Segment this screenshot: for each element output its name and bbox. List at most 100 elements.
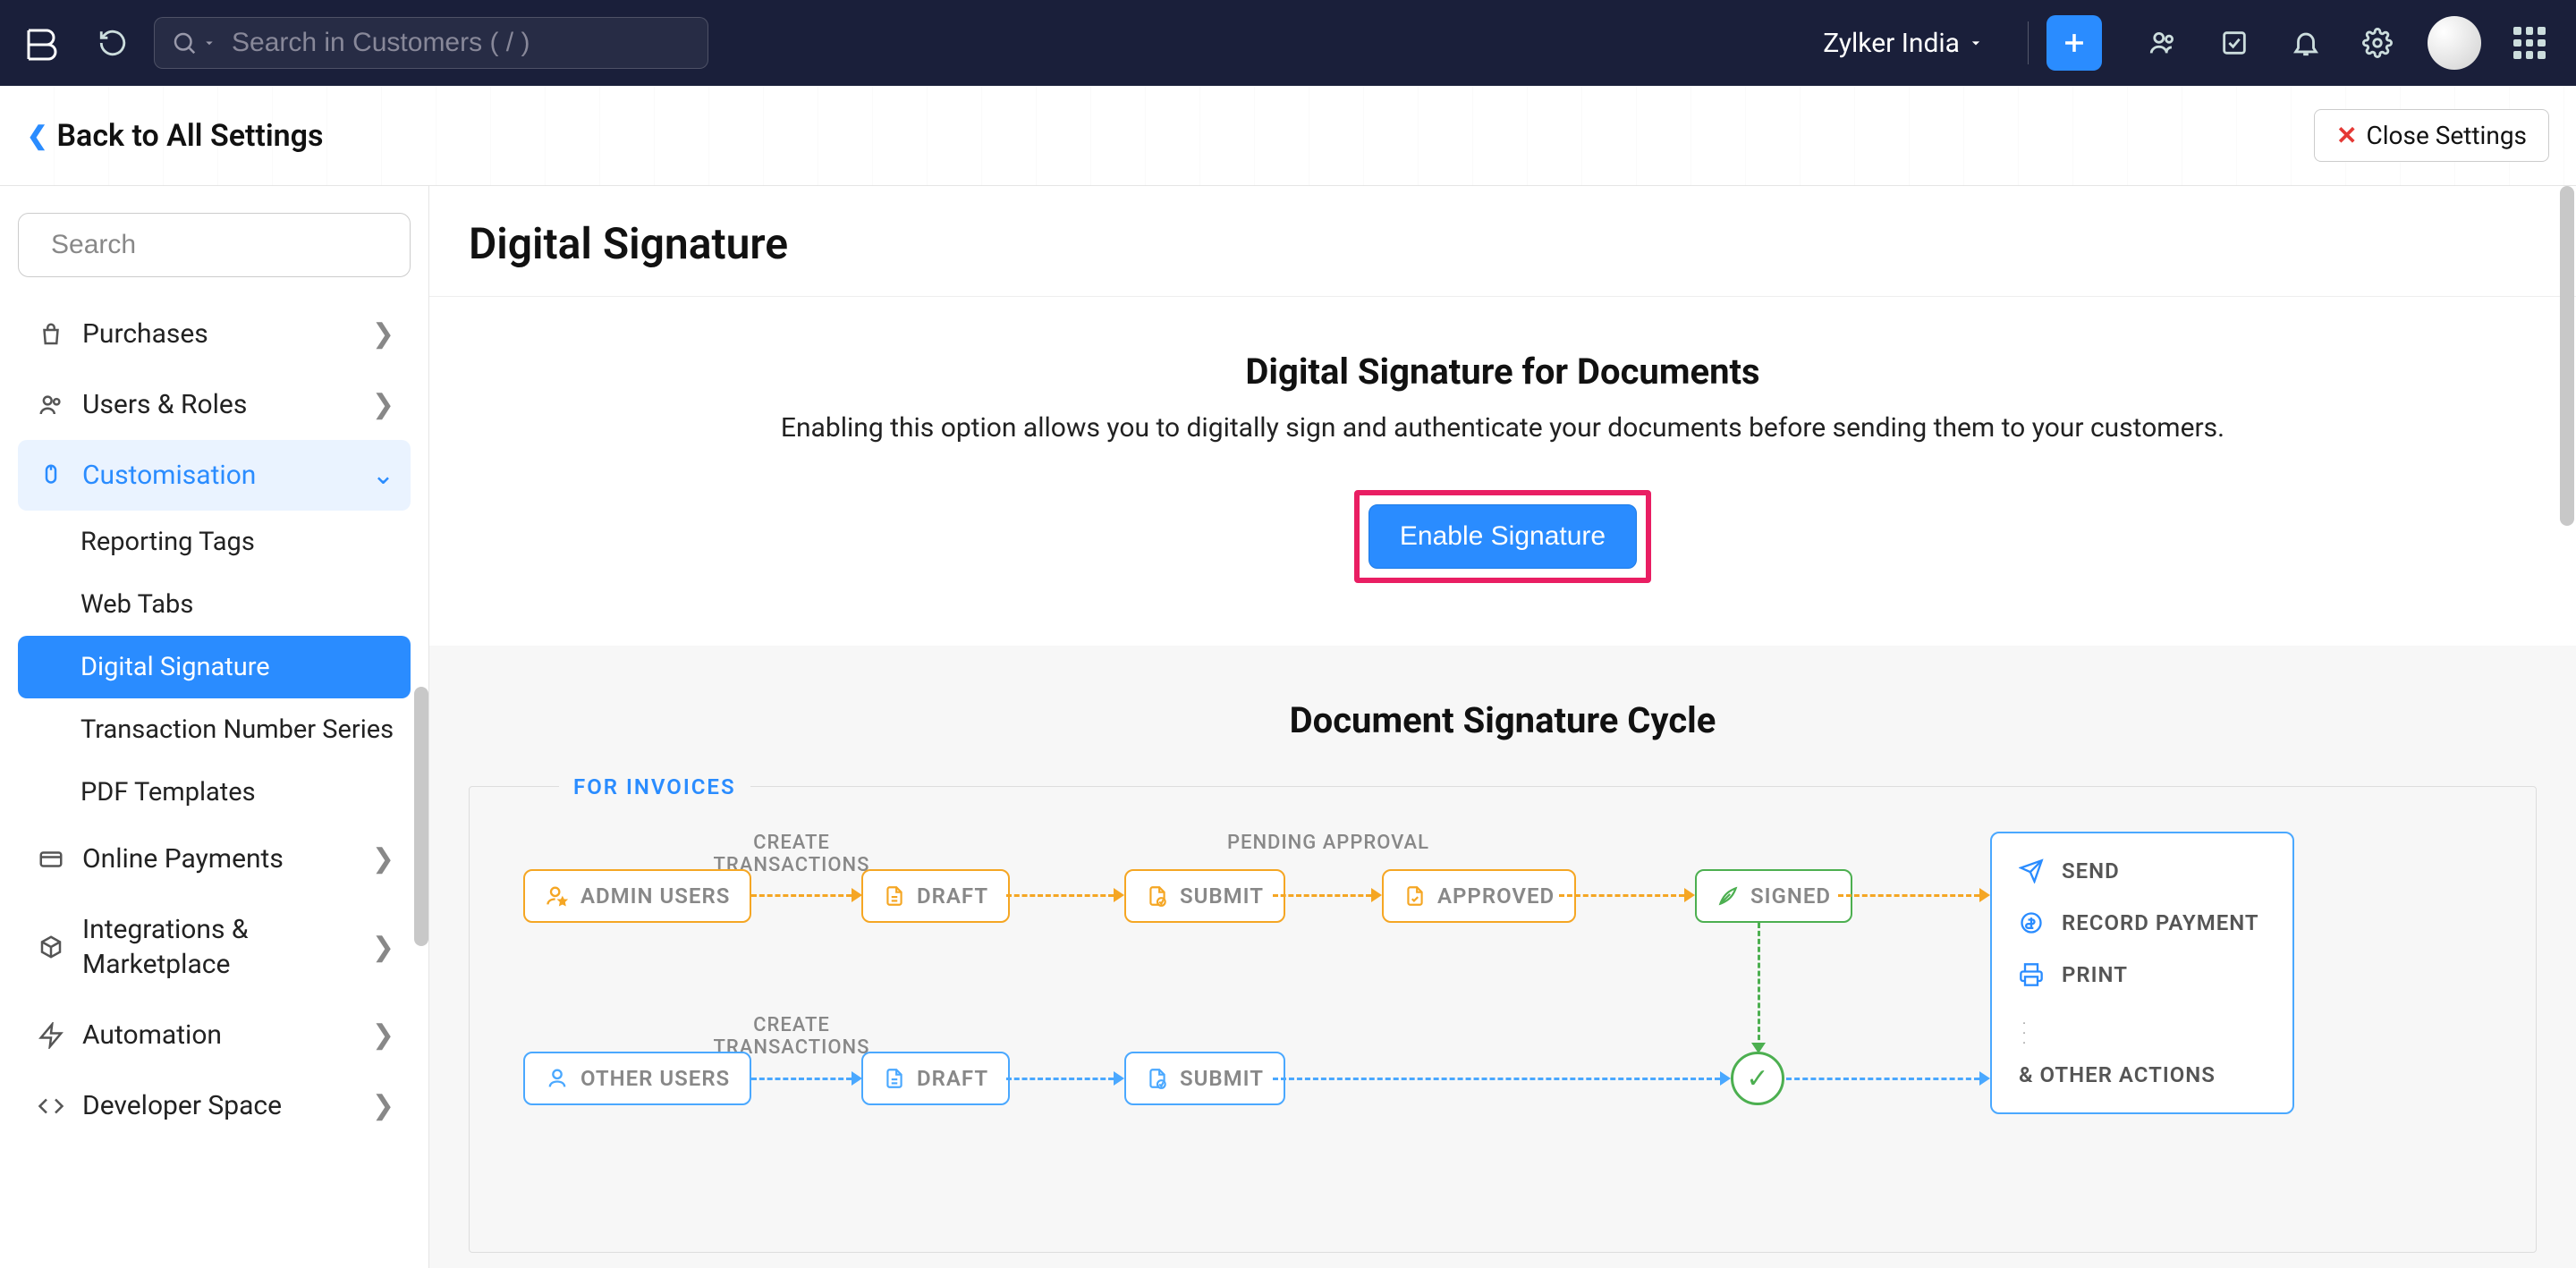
content-scrollbar[interactable] bbox=[2560, 186, 2574, 526]
feather-icon bbox=[1716, 884, 1740, 908]
notifications-icon[interactable] bbox=[2281, 18, 2331, 68]
node-label: DRAFT bbox=[917, 883, 988, 909]
tasks-icon[interactable] bbox=[2209, 18, 2259, 68]
sidebar-item-label: Integrations & Marketplace bbox=[82, 912, 372, 982]
node-label: ADMIN USERS bbox=[580, 883, 730, 909]
chevron-right-icon: ❯ bbox=[372, 389, 394, 420]
node-label: DRAFT bbox=[917, 1066, 988, 1091]
settings-icon[interactable] bbox=[2352, 18, 2402, 68]
cycle-section: Document Signature Cycle FOR INVOICES CR… bbox=[429, 646, 2576, 1268]
cycle-title: Document Signature Cycle bbox=[469, 699, 2537, 741]
hero-description: Enabling this option allows you to digit… bbox=[469, 412, 2537, 444]
highlight-annotation: Enable Signature bbox=[1354, 490, 1651, 583]
people-icon[interactable] bbox=[2138, 18, 2188, 68]
action-label: RECORD PAYMENT bbox=[2062, 910, 2259, 935]
action-label: & OTHER ACTIONS bbox=[2019, 1062, 2216, 1087]
sidebar-item-developer-space[interactable]: Developer Space ❯ bbox=[18, 1070, 411, 1141]
node-label: SUBMIT bbox=[1180, 883, 1264, 909]
code-icon bbox=[34, 1093, 68, 1120]
add-button[interactable] bbox=[2046, 15, 2102, 71]
search-icon bbox=[171, 30, 217, 56]
chevron-right-icon: ❯ bbox=[372, 932, 394, 963]
cube-icon bbox=[34, 934, 68, 960]
node-other-users: OTHER USERS bbox=[523, 1052, 751, 1105]
sidebar-item-users-roles[interactable]: Users & Roles ❯ bbox=[18, 369, 411, 440]
bolt-icon bbox=[34, 1022, 68, 1049]
app-logo[interactable] bbox=[21, 23, 61, 63]
main-content: Purchases ❯ Users & Roles ❯ Customisatio… bbox=[0, 186, 2576, 1268]
chevron-right-icon: ❯ bbox=[372, 318, 394, 350]
invoice-cycle-box: FOR INVOICES CREATE TRANSACTIONS PENDING… bbox=[469, 786, 2537, 1253]
avatar[interactable] bbox=[2428, 16, 2481, 70]
chevron-down-icon bbox=[1967, 34, 1985, 52]
sidebar-sub-reporting-tags[interactable]: Reporting Tags bbox=[18, 511, 411, 573]
action-label: SEND bbox=[2062, 858, 2120, 883]
flow-diagram: CREATE TRANSACTIONS PENDING APPROVAL CRE… bbox=[523, 832, 2482, 1189]
user-star-icon bbox=[545, 883, 570, 909]
sidebar-item-label: Automation bbox=[82, 1018, 372, 1052]
close-icon: ✕ bbox=[2336, 121, 2357, 150]
node-approved: APPROVED bbox=[1382, 869, 1576, 923]
sidebar-item-online-payments[interactable]: Online Payments ❯ bbox=[18, 824, 411, 894]
sidebar-sub-transaction-number[interactable]: Transaction Number Series bbox=[18, 698, 411, 761]
sidebar-item-integrations[interactable]: Integrations & Marketplace ❯ bbox=[18, 894, 411, 1000]
chevron-right-icon: ❯ bbox=[372, 1090, 394, 1121]
global-search[interactable] bbox=[154, 17, 708, 69]
sidebar-item-label: Developer Space bbox=[82, 1088, 372, 1123]
settings-sidebar: Purchases ❯ Users & Roles ❯ Customisatio… bbox=[0, 186, 429, 1268]
sidebar-item-customisation[interactable]: Customisation ⌄ bbox=[18, 440, 411, 511]
sidebar-search[interactable] bbox=[18, 213, 411, 277]
page-title: Digital Signature bbox=[429, 186, 2576, 296]
node-label: OTHER USERS bbox=[580, 1066, 730, 1091]
doc-arrow-icon bbox=[1146, 1067, 1169, 1090]
users-icon bbox=[34, 392, 68, 418]
sidebar-search-input[interactable] bbox=[51, 230, 396, 260]
chevron-left-icon: ❮ bbox=[27, 121, 47, 150]
node-signed: SIGNED bbox=[1695, 869, 1852, 923]
sidebar-item-label: Purchases bbox=[82, 317, 372, 351]
content-area: Digital Signature Digital Signature for … bbox=[429, 186, 2576, 1268]
sidebar-item-label: Customisation bbox=[82, 458, 372, 493]
enable-signature-button[interactable]: Enable Signature bbox=[1368, 504, 1637, 569]
global-search-input[interactable] bbox=[232, 28, 691, 58]
apps-grid-icon[interactable] bbox=[2504, 18, 2555, 68]
subheader: ❮ Back to All Settings ✕ Close Settings bbox=[0, 86, 2576, 186]
sidebar-item-label: Users & Roles bbox=[82, 387, 372, 422]
sidebar-item-purchases[interactable]: Purchases ❯ bbox=[18, 299, 411, 369]
node-submit2: SUBMIT bbox=[1124, 1052, 1285, 1105]
doc-arrow-icon bbox=[1146, 884, 1169, 908]
action-print: PRINT bbox=[2019, 962, 2266, 987]
doc-icon bbox=[883, 1067, 906, 1090]
close-label: Close Settings bbox=[2367, 121, 2527, 150]
doc-icon bbox=[883, 884, 906, 908]
chevron-down-icon: ⌄ bbox=[372, 460, 394, 491]
cycle-legend: FOR INVOICES bbox=[559, 774, 750, 799]
check-circle-icon: ✓ bbox=[1731, 1052, 1784, 1105]
node-submit: SUBMIT bbox=[1124, 869, 1285, 923]
bag-icon bbox=[34, 321, 68, 348]
sidebar-item-label: Online Payments bbox=[82, 841, 372, 876]
refresh-icon[interactable] bbox=[93, 23, 132, 63]
action-ellipsis: ... bbox=[2019, 1014, 2266, 1044]
sidebar-sub-digital-signature[interactable]: Digital Signature bbox=[18, 636, 411, 698]
sidebar-sub-pdf-templates[interactable]: PDF Templates bbox=[18, 761, 411, 824]
node-admin-users: ADMIN USERS bbox=[523, 869, 751, 923]
payment-icon bbox=[2019, 910, 2046, 935]
sidebar-scrollbar[interactable] bbox=[414, 687, 428, 946]
flow-header-pending: PENDING APPROVAL bbox=[1212, 832, 1445, 854]
action-label: PRINT bbox=[2062, 962, 2128, 987]
chevron-right-icon: ❯ bbox=[372, 843, 394, 875]
node-draft: DRAFT bbox=[861, 869, 1010, 923]
hero-section: Digital Signature for Documents Enabling… bbox=[429, 297, 2576, 646]
send-icon bbox=[2019, 858, 2046, 883]
node-label: APPROVED bbox=[1437, 883, 1555, 909]
top-navbar: Zylker India bbox=[0, 0, 2576, 86]
print-icon bbox=[2019, 962, 2046, 987]
sidebar-item-automation[interactable]: Automation ❯ bbox=[18, 1000, 411, 1070]
org-switcher[interactable]: Zylker India bbox=[1823, 28, 1985, 59]
sidebar-sub-web-tabs[interactable]: Web Tabs bbox=[18, 573, 411, 636]
back-to-settings-link[interactable]: ❮ Back to All Settings bbox=[27, 118, 323, 154]
node-label: SIGNED bbox=[1750, 883, 1831, 909]
chevron-right-icon: ❯ bbox=[372, 1019, 394, 1051]
close-settings-button[interactable]: ✕ Close Settings bbox=[2314, 109, 2549, 162]
